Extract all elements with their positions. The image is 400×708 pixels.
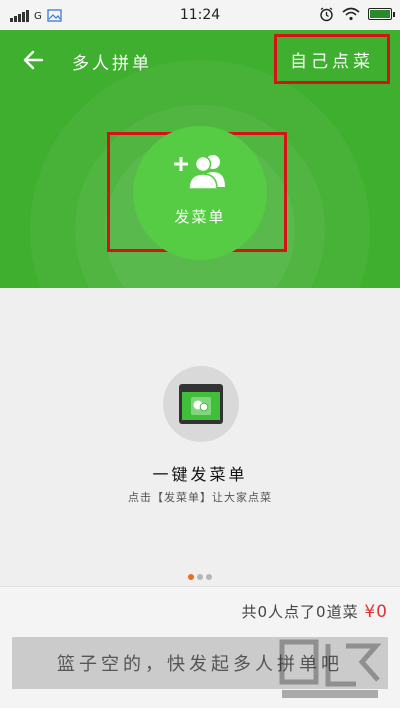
wifi-icon bbox=[342, 7, 360, 21]
watermark-logo bbox=[279, 639, 382, 698]
carousel-dot-1[interactable] bbox=[188, 574, 194, 580]
publish-menu-label: 发菜单 bbox=[174, 208, 226, 226]
hero-section: 多人拼单 自己点菜 发菜单 bbox=[0, 30, 400, 288]
top-nav: 多人拼单 自己点菜 bbox=[0, 30, 400, 88]
publish-menu-button[interactable]: 发菜单 bbox=[133, 126, 267, 260]
self-order-label: 自己点菜 bbox=[290, 51, 374, 72]
carousel-dot-3[interactable] bbox=[206, 574, 212, 580]
order-total-price: ¥0 bbox=[364, 602, 388, 622]
bottom-panel: 共0人点了0道菜 ¥0 篮子空的，快发起多人拼单吧 bbox=[0, 586, 400, 708]
promo-subtitle: 点击【发菜单】让大家点菜 bbox=[128, 491, 272, 504]
status-right bbox=[319, 5, 395, 23]
order-summary-text: 共0人点了0道菜 bbox=[241, 603, 359, 621]
battery-icon bbox=[368, 8, 395, 20]
alarm-icon bbox=[320, 6, 333, 21]
promo-title: 一键发菜单 bbox=[152, 465, 248, 484]
add-users-icon bbox=[174, 155, 225, 190]
order-summary: 共0人点了0道菜 ¥0 bbox=[241, 601, 388, 622]
back-arrow-icon[interactable] bbox=[22, 49, 44, 71]
self-order-button[interactable]: 自己点菜 bbox=[274, 34, 390, 84]
promo-illustration bbox=[163, 366, 239, 442]
carousel-indicator bbox=[0, 574, 400, 580]
phone-chat-icon bbox=[179, 384, 223, 424]
carousel-dot-2[interactable] bbox=[197, 574, 203, 580]
status-bar: G 11:24 bbox=[0, 0, 400, 30]
page-title: 多人拼单 bbox=[72, 54, 152, 74]
